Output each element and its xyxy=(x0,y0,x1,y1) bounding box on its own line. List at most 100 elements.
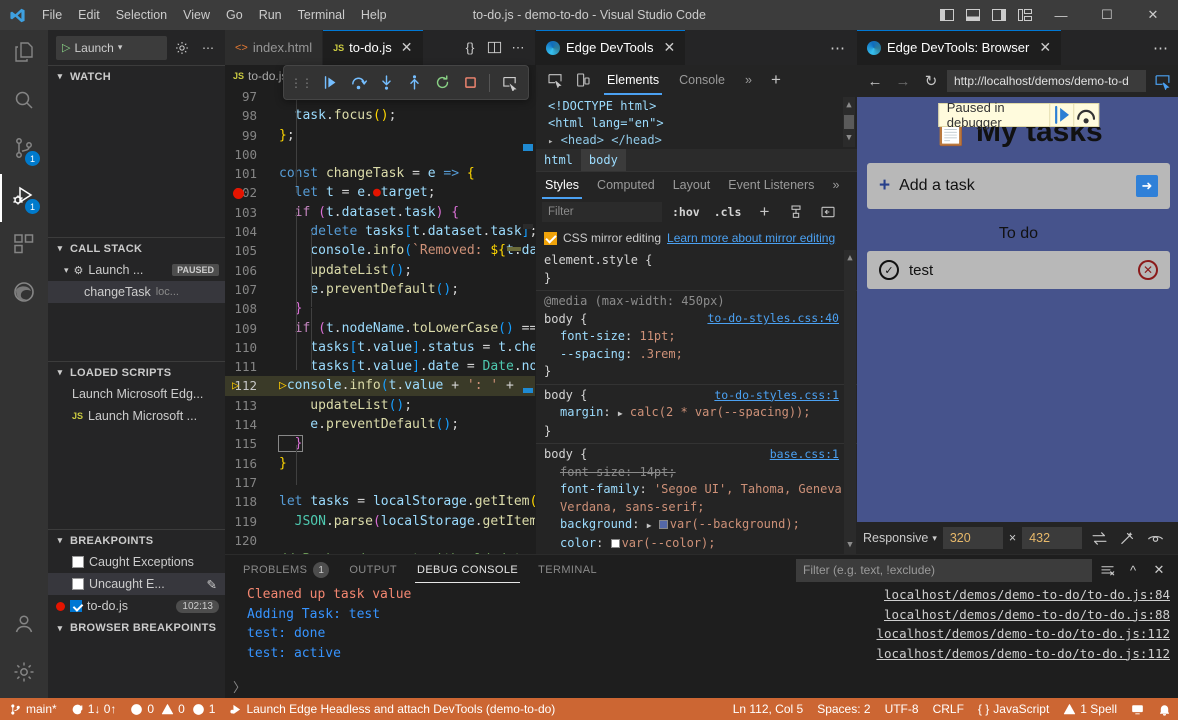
console-source-link[interactable]: localhost/demos/demo-to-do/to-do.js:112 xyxy=(877,624,1178,644)
devtools-add-tab-icon[interactable]: + xyxy=(763,70,789,90)
toggle-panel-icon[interactable] xyxy=(960,0,986,30)
rule-prop[interactable]: --spacing xyxy=(560,347,625,361)
status-remote[interactable] xyxy=(1124,698,1151,720)
tab-to-do-js[interactable]: JS to-do.js ✕ xyxy=(323,30,423,65)
status-eol[interactable]: CRLF xyxy=(926,698,971,720)
dom-tree[interactable]: <!DOCTYPE html> <html lang="en"> ▸ <head… xyxy=(536,95,857,149)
styles-tab-event-listeners[interactable]: Event Listeners xyxy=(719,172,823,199)
activity-item-accounts[interactable] xyxy=(0,602,48,650)
toggle-cls-button[interactable]: .cls xyxy=(710,205,746,219)
expand-value-icon[interactable]: ▶ xyxy=(647,521,652,530)
activity-item-edge-devtools[interactable] xyxy=(0,270,48,318)
rule-prop[interactable]: font-size xyxy=(560,329,625,343)
devtools-more-actions-icon[interactable]: ⋯ xyxy=(818,30,857,65)
clear-console-icon[interactable] xyxy=(1096,559,1118,581)
dom-scrollbar[interactable]: ▲ ▼ xyxy=(843,97,855,147)
back-icon[interactable]: ← xyxy=(863,69,887,93)
rule-val[interactable]: var(--background); xyxy=(670,517,800,531)
section-header-loaded-scripts[interactable]: ▾ LOADED SCRIPTS xyxy=(48,361,225,383)
restart-button[interactable] xyxy=(429,70,455,96)
inspect-icon[interactable] xyxy=(1150,69,1174,93)
launch-configuration-select[interactable]: ▷ Launch ▾ xyxy=(56,36,167,60)
status-encoding[interactable]: UTF-8 xyxy=(878,698,926,720)
menu-run[interactable]: Run xyxy=(251,5,290,25)
resume-script-button[interactable] xyxy=(1049,104,1074,126)
panel-tab-problems[interactable]: PROBLEMS 1 xyxy=(233,555,339,585)
style-rule-element-style[interactable]: element.style { } xyxy=(536,250,857,291)
breakpoint-row-to-do-js[interactable]: to-do.js 102:13 xyxy=(48,595,225,617)
rule-decl-disabled[interactable]: --spacing: .5rem; xyxy=(560,553,683,554)
style-rule-body-base[interactable]: body { base.css:1 font-size: 14pt; font-… xyxy=(536,444,857,554)
rotate-icon[interactable] xyxy=(1088,527,1110,549)
editor-scrollbar[interactable] xyxy=(521,144,535,554)
rule-prop[interactable]: margin xyxy=(560,405,603,419)
close-icon[interactable]: ✕ xyxy=(1148,559,1170,581)
close-icon[interactable]: ✕ xyxy=(663,39,675,56)
scroll-down-icon[interactable]: ▼ xyxy=(846,130,851,147)
edit-condition-icon[interactable]: ✎ xyxy=(207,577,217,592)
checkbox[interactable] xyxy=(72,556,84,568)
debug-console-output[interactable]: Cleaned up task value localhost/demos/de… xyxy=(225,585,1178,674)
section-header-browser-breakpoints[interactable]: ▾ BROWSER BREAKPOINTS xyxy=(48,617,225,639)
checkbox[interactable] xyxy=(544,232,557,245)
close-button[interactable]: ✕ xyxy=(1130,0,1176,30)
tab-index-html[interactable]: <> index.html xyxy=(225,30,323,65)
viewport-width-input[interactable]: 320 xyxy=(943,527,1003,549)
vision-deficiency-icon[interactable] xyxy=(1144,527,1166,549)
submit-task-button[interactable]: ➜ xyxy=(1136,175,1158,197)
styles-scrollbar[interactable]: ▲ ▼ xyxy=(844,250,856,554)
rule-val[interactable]: .3rem; xyxy=(639,347,682,361)
style-rule-body-todo[interactable]: body { to-do-styles.css:1 margin: ▶ calc… xyxy=(536,385,857,445)
rule-val[interactable]: 11pt; xyxy=(639,329,675,343)
status-problems[interactable]: 0 0 1 xyxy=(123,698,222,720)
styles-tab-more-icon[interactable]: » xyxy=(823,172,848,199)
stop-button[interactable] xyxy=(457,70,483,96)
breakpoint-marker-icon[interactable] xyxy=(233,188,244,199)
code-content[interactable]: 97 98 task.focus(); 99}; 100 101const ch… xyxy=(225,87,535,554)
checkbox[interactable] xyxy=(72,578,84,590)
rule-source-link[interactable]: to-do-styles.css:40 xyxy=(707,310,839,328)
loaded-script-row[interactable]: Launch Microsoft Edg... xyxy=(48,383,225,405)
browser-viewport[interactable]: Paused in debugger 📋 My tasks xyxy=(857,97,1178,522)
breadcrumb-file[interactable]: to-do.js xyxy=(248,69,287,83)
continue-button[interactable] xyxy=(317,70,343,96)
focus-browser-button[interactable] xyxy=(496,70,522,96)
dom-crumb-html[interactable]: html xyxy=(536,149,581,171)
close-icon[interactable]: ✕ xyxy=(401,39,413,56)
status-cursor-position[interactable]: Ln 112, Col 5 xyxy=(726,698,811,720)
status-sync[interactable]: 1↓ 0↑ xyxy=(64,698,124,720)
menu-file[interactable]: File xyxy=(34,5,70,25)
menu-view[interactable]: View xyxy=(175,5,218,25)
panel-tab-debug-console[interactable]: DEBUG CONSOLE xyxy=(407,555,528,585)
call-stack-frame-row[interactable]: changeTask loc... xyxy=(48,281,225,303)
activity-item-explorer[interactable] xyxy=(0,30,48,78)
menu-selection[interactable]: Selection xyxy=(108,5,175,25)
forward-icon[interactable]: → xyxy=(891,69,915,93)
rule-source-link[interactable]: base.css:1 xyxy=(770,446,839,464)
devtools-more-tabs-icon[interactable]: » xyxy=(736,65,761,95)
close-icon[interactable]: ✕ xyxy=(1039,39,1051,56)
viewport-height-input[interactable]: 432 xyxy=(1022,527,1082,549)
tab-edge-devtools-browser[interactable]: Edge DevTools: Browser ✕ xyxy=(857,30,1061,65)
color-swatch[interactable] xyxy=(611,539,620,548)
style-rule-media-body[interactable]: @media (max-width: 450px) body { to-do-s… xyxy=(536,291,857,385)
scroll-up-icon[interactable]: ▲ xyxy=(847,250,852,268)
console-source-link[interactable]: localhost/demos/demo-to-do/to-do.js:84 xyxy=(884,585,1178,605)
step-out-button[interactable] xyxy=(401,70,427,96)
devtools-tab-elements[interactable]: Elements xyxy=(598,65,668,95)
debug-more-actions-button[interactable]: ⋯ xyxy=(197,37,219,59)
styles-tab-computed[interactable]: Computed xyxy=(588,172,664,199)
section-header-watch[interactable]: ▾ WATCH xyxy=(48,65,225,87)
scroll-thumb[interactable] xyxy=(844,115,854,129)
add-task-row[interactable]: + Add a task ➜ xyxy=(867,163,1170,209)
expand-value-icon[interactable]: ▶ xyxy=(618,409,623,418)
step-into-button[interactable] xyxy=(373,70,399,96)
panel-tab-output[interactable]: OUTPUT xyxy=(339,555,407,585)
split-editor-icon[interactable] xyxy=(483,37,505,59)
browser-more-actions-icon[interactable]: ⋯ xyxy=(1141,30,1178,65)
breakpoint-row-caught-exceptions[interactable]: Caught Exceptions xyxy=(48,551,225,573)
menu-terminal[interactable]: Terminal xyxy=(290,5,353,25)
debug-console-input[interactable]: 〉 xyxy=(225,674,1178,698)
add-task-input[interactable]: Add a task xyxy=(899,177,975,195)
call-stack-session-row[interactable]: ▾ ⚙ Launch ... PAUSED xyxy=(48,259,225,281)
